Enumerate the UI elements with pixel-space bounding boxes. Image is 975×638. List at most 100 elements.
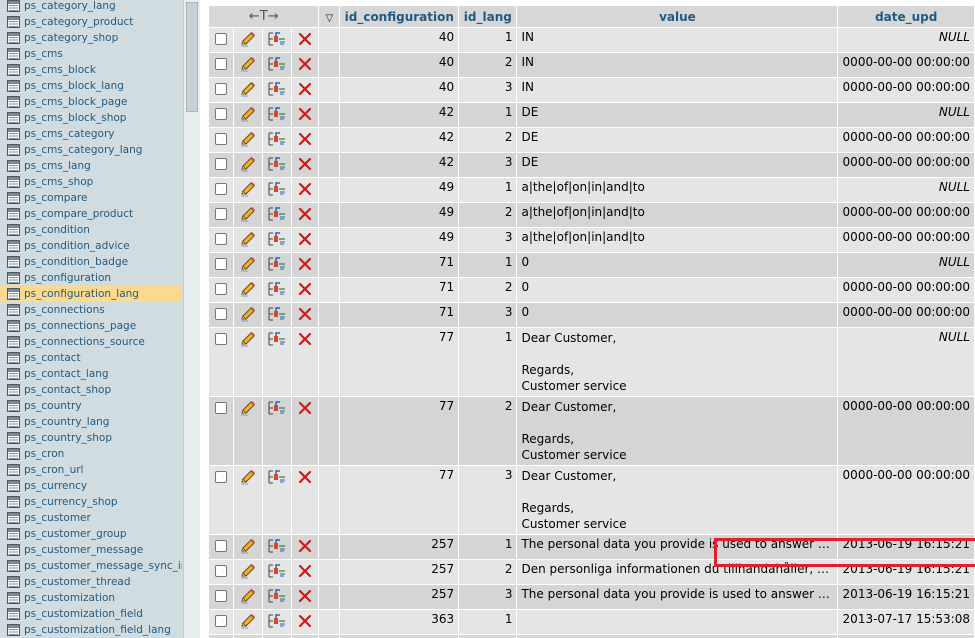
sidebar-table-label[interactable]: ps_category_shop — [24, 30, 118, 46]
sidebar-table-label[interactable]: ps_cron — [24, 446, 64, 462]
table-icon[interactable] — [7, 288, 20, 300]
sidebar-table-item[interactable]: ps_customization_field — [0, 606, 182, 622]
cell-value[interactable]: The personal data you provide is used to… — [521, 587, 833, 601]
delete-x-icon[interactable] — [297, 131, 313, 150]
sidebar-table-label[interactable]: ps_cms_block — [24, 62, 96, 78]
row-checkbox[interactable] — [215, 208, 228, 220]
sidebar-table-item[interactable]: ps_cms_block_page — [0, 94, 182, 110]
table-icon[interactable] — [7, 512, 20, 524]
table-row[interactable]: 40 2 IN 0000-00-00 00:00:00 — [209, 53, 974, 77]
pencil-edit-icon[interactable] — [239, 256, 257, 275]
copy-row-icon[interactable] — [267, 613, 287, 632]
pencil-edit-icon[interactable] — [239, 588, 257, 607]
sidebar-table-item[interactable]: ps_country_shop — [0, 430, 182, 446]
cell-id-lang[interactable]: 2 — [459, 203, 517, 227]
sidebar-table-label[interactable]: ps_customization_field — [24, 606, 143, 622]
pencil-edit-icon[interactable] — [239, 106, 257, 125]
cell-id-configuration[interactable]: 77 — [340, 397, 459, 465]
sidebar-table-label[interactable]: ps_customer_thread — [24, 574, 131, 590]
sidebar-table-item[interactable]: ps_configuration — [0, 270, 182, 286]
cell-id-configuration[interactable]: 257 — [340, 560, 459, 584]
table-row[interactable]: 71 1 0 NULL — [209, 253, 974, 277]
cell-value[interactable]: Dear Customer, Regards, Customer service — [521, 399, 833, 463]
pencil-edit-icon[interactable] — [239, 231, 257, 250]
pencil-edit-icon[interactable] — [239, 563, 257, 582]
sidebar-table-label[interactable]: ps_customization — [24, 590, 115, 606]
table-icon[interactable] — [7, 416, 20, 428]
cell-id-lang[interactable]: 1 — [459, 28, 517, 52]
cell-date-upd[interactable]: 0000-00-00 00:00:00 — [838, 153, 974, 177]
delete-x-icon[interactable] — [297, 181, 313, 200]
row-checkbox[interactable] — [215, 333, 228, 345]
sidebar-table-label[interactable]: ps_contact — [24, 350, 81, 366]
sidebar-table-item[interactable]: ps_configuration_lang — [0, 286, 182, 302]
sidebar-table-label[interactable]: ps_connections_page — [24, 318, 136, 334]
row-checkbox[interactable] — [215, 402, 228, 414]
cell-date-upd[interactable]: NULL — [838, 178, 974, 202]
sidebar-table-item[interactable]: ps_country — [0, 398, 182, 414]
pencil-edit-icon[interactable] — [239, 400, 257, 419]
table-icon[interactable] — [7, 336, 20, 348]
cell-value[interactable]: DE — [521, 130, 833, 144]
row-checkbox[interactable] — [215, 108, 228, 120]
delete-x-icon[interactable] — [297, 156, 313, 175]
sidebar-table-item[interactable]: ps_category_product — [0, 14, 182, 30]
table-icon[interactable] — [7, 64, 20, 76]
sidebar-table-item[interactable]: ps_condition_advice — [0, 238, 182, 254]
cell-id-configuration[interactable]: 71 — [340, 253, 459, 277]
sidebar-table-label[interactable]: ps_connections_source — [24, 334, 145, 350]
sidebar-table-item[interactable]: ps_cms_block — [0, 62, 182, 78]
delete-x-icon[interactable] — [297, 563, 313, 582]
cell-date-upd[interactable]: 0000-00-00 00:00:00 — [838, 303, 974, 327]
cell-value[interactable]: The personal data you provide is used to… — [521, 537, 833, 551]
cell-value[interactable]: DE — [521, 105, 833, 119]
row-checkbox[interactable] — [215, 158, 228, 170]
cell-id-lang[interactable]: 1 — [459, 535, 517, 559]
row-checkbox[interactable] — [215, 258, 228, 270]
cell-date-upd[interactable]: 0000-00-00 00:00:00 — [838, 78, 974, 102]
table-icon[interactable] — [7, 240, 20, 252]
cell-date-upd[interactable]: 2013-06-19 16:15:21 — [838, 585, 974, 609]
cell-value[interactable]: IN — [521, 80, 833, 94]
sidebar-table-label[interactable]: ps_category_product — [24, 14, 133, 30]
sidebar-table-item[interactable]: ps_customer_message_sync_imap — [0, 558, 182, 574]
table-icon[interactable] — [7, 256, 20, 268]
sidebar-table-item[interactable]: ps_connections_source — [0, 334, 182, 350]
table-row[interactable]: 71 2 0 0000-00-00 00:00:00 — [209, 278, 974, 302]
table-icon[interactable] — [7, 0, 20, 12]
sidebar-table-item[interactable]: ps_contact — [0, 350, 182, 366]
cell-value[interactable]: IN — [521, 55, 833, 69]
cell-id-configuration[interactable]: 49 — [340, 228, 459, 252]
row-checkbox[interactable] — [215, 133, 228, 145]
pencil-edit-icon[interactable] — [239, 538, 257, 557]
sidebar-table-label[interactable]: ps_category_lang — [24, 0, 116, 14]
table-icon[interactable] — [7, 592, 20, 604]
sidebar-table-item[interactable]: ps_customization_field_lang — [0, 622, 182, 638]
table-row[interactable]: 49 3 a|the|of|on|in|and|to 0000-00-00 00:00… — [209, 228, 974, 252]
sidebar-table-item[interactable]: ps_connections_page — [0, 318, 182, 334]
sidebar-table-item[interactable]: ps_cms_block_lang — [0, 78, 182, 94]
table-icon[interactable] — [7, 384, 20, 396]
sidebar-table-item[interactable]: ps_compare_product — [0, 206, 182, 222]
table-icon[interactable] — [7, 80, 20, 92]
table-icon[interactable] — [7, 448, 20, 460]
sidebar-table-label[interactable]: ps_cms_lang — [24, 158, 91, 174]
cell-id-lang[interactable]: 1 — [459, 610, 517, 634]
sidebar-table-item[interactable]: ps_cms — [0, 46, 182, 62]
cell-id-configuration[interactable]: 257 — [340, 535, 459, 559]
sidebar-table-label[interactable]: ps_cms — [24, 46, 63, 62]
row-checkbox[interactable] — [215, 590, 228, 602]
table-icon[interactable] — [7, 608, 20, 620]
copy-row-icon[interactable] — [267, 31, 287, 50]
sidebar-table-label[interactable]: ps_compare_product — [24, 206, 133, 222]
cell-value[interactable]: Den personliga informationen du tillhand… — [521, 562, 833, 576]
sidebar-table-item[interactable]: ps_customer_message — [0, 542, 182, 558]
table-row[interactable]: 363 1 2013-07-17 15:53:08 — [209, 610, 974, 634]
sidebar-table-label[interactable]: ps_country_lang — [24, 414, 109, 430]
cell-id-lang[interactable]: 2 — [459, 128, 517, 152]
sidebar-table-label[interactable]: ps_cms_block_lang — [24, 78, 124, 94]
delete-x-icon[interactable] — [297, 469, 313, 488]
copy-row-icon[interactable] — [267, 256, 287, 275]
table-row[interactable]: 40 1 IN NULL — [209, 28, 974, 52]
table-icon[interactable] — [7, 48, 20, 60]
